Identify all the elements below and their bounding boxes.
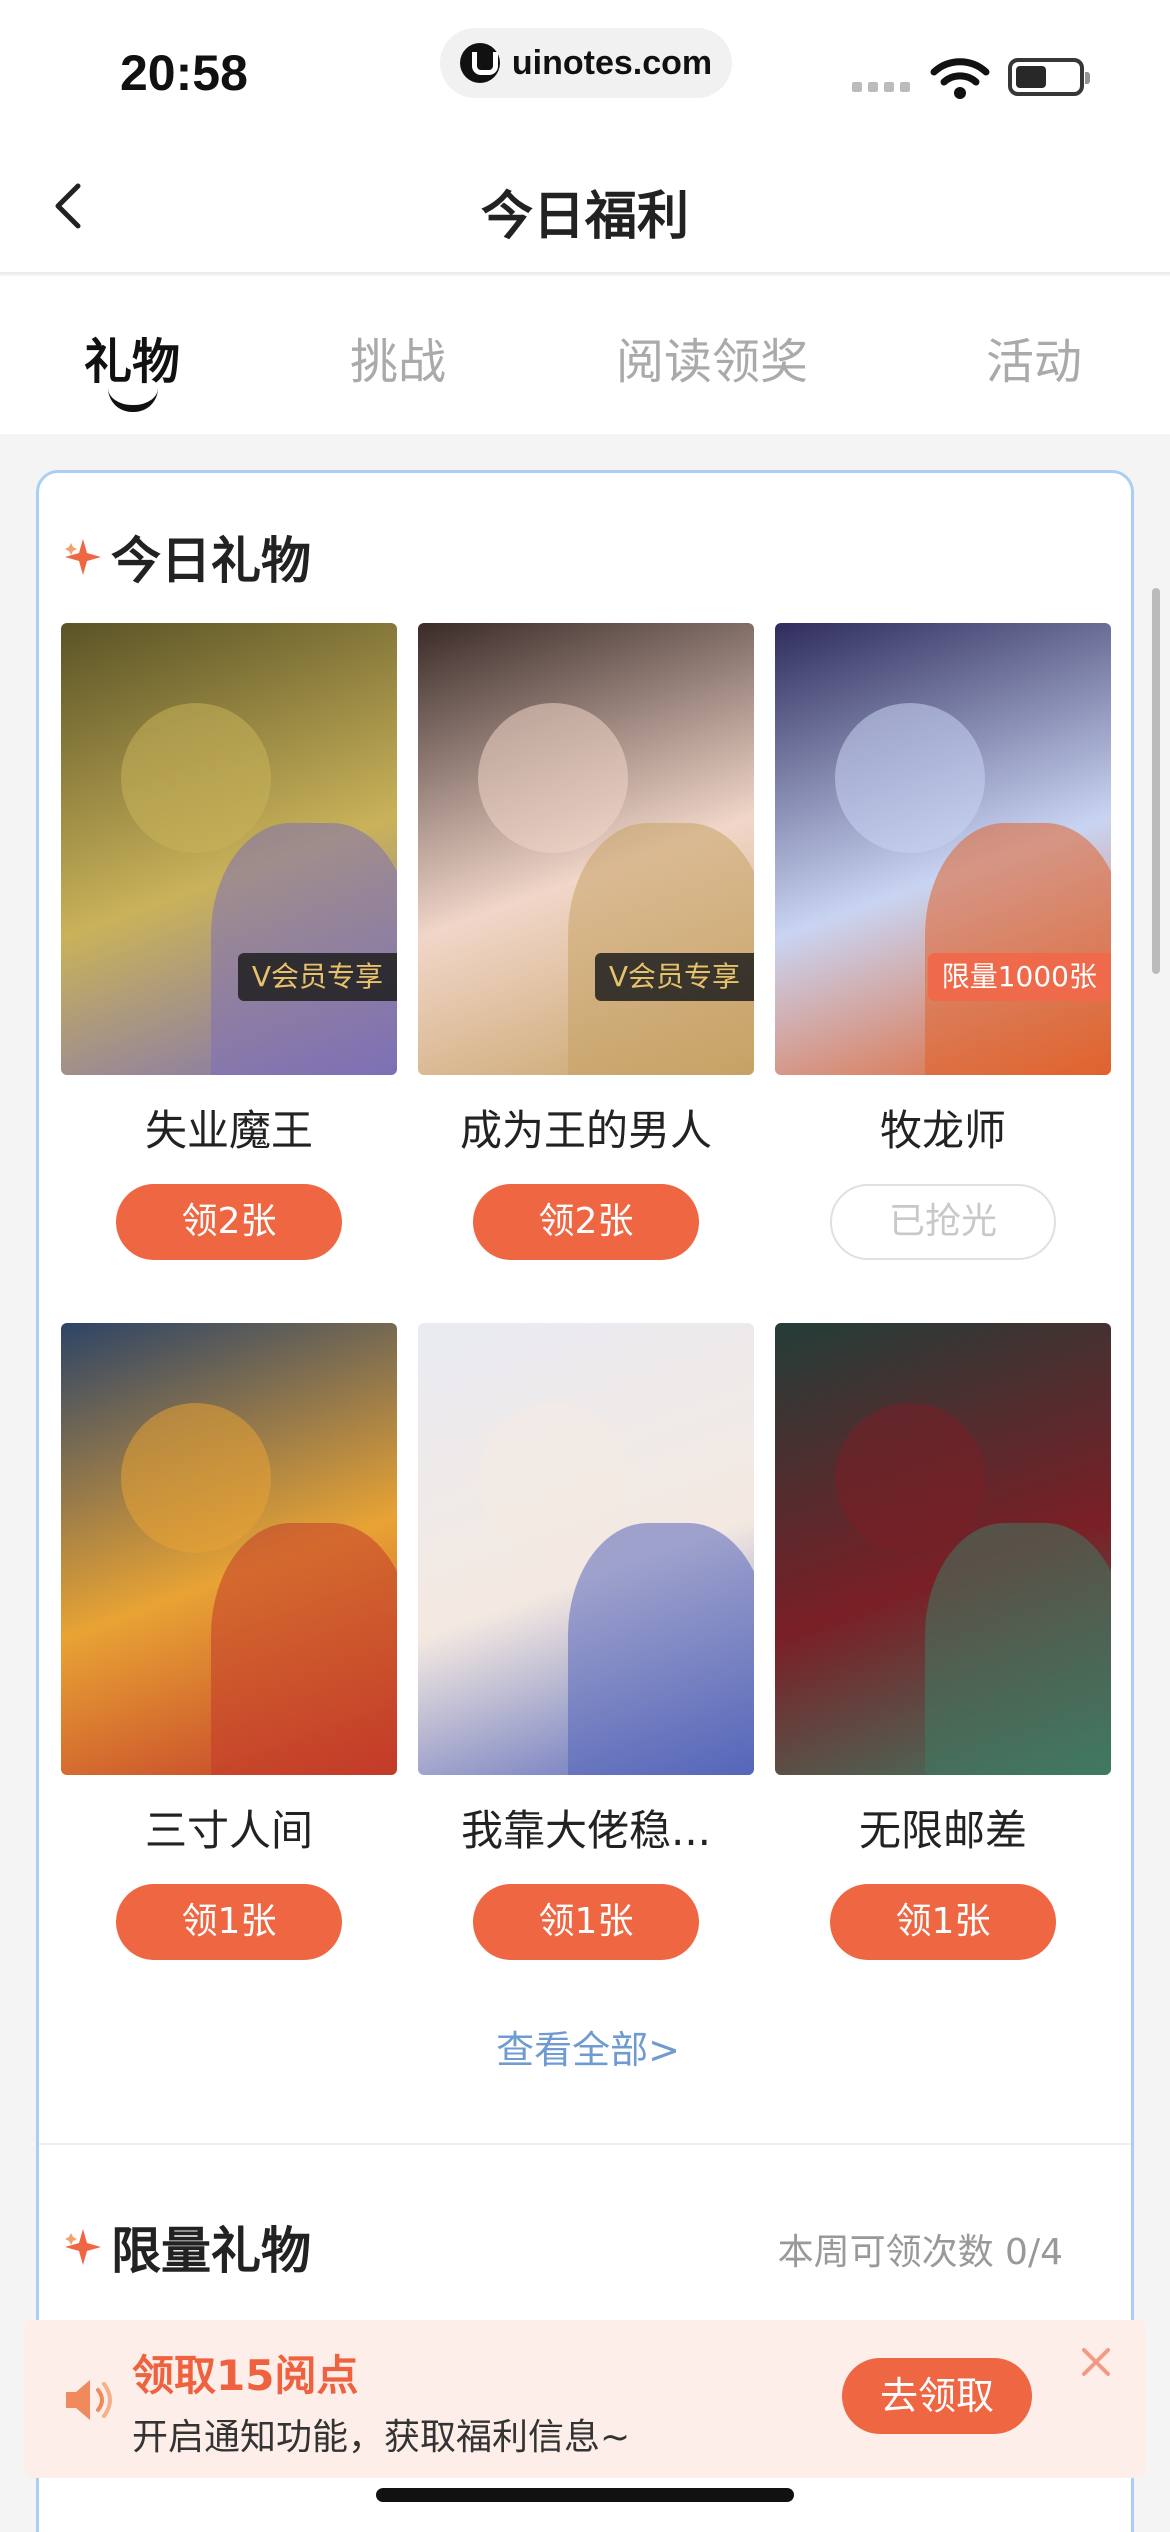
divider <box>39 2143 1131 2145</box>
gift-item: V会员专享 失业魔王 领2张 <box>61 623 397 1260</box>
claim-button[interactable]: 领2张 <box>473 1184 699 1260</box>
vip-badge: V会员专享 <box>594 953 754 1001</box>
tab-challenge[interactable]: 挑战 <box>350 322 446 392</box>
see-all-link[interactable]: 查看全部> <box>39 2019 1137 2074</box>
speaker-icon <box>66 2380 112 2420</box>
limited-badge: 限量1000张 <box>927 953 1111 1001</box>
battery-icon <box>1008 58 1090 96</box>
comic-title: 牧龙师 <box>879 1106 1006 1155</box>
comic-title: 无限邮差 <box>858 1806 1027 1855</box>
gift-card: 今日礼物 V会员专享 失业魔王 领2张 V会员专享 成为王的男人 领2张 限量1… <box>36 470 1134 2532</box>
gift-item: 限量1000张 牧龙师 已抢光 <box>775 623 1111 1260</box>
tab-reading-rewards[interactable]: 阅读领奖 <box>616 322 808 392</box>
comic-title: 三寸人间 <box>144 1806 313 1855</box>
sparkle-icon <box>65 2229 101 2265</box>
comic-cover-image[interactable]: V会员专享 <box>61 623 397 1075</box>
comic-title: 成为王的男人 <box>459 1106 712 1155</box>
gift-item: 无限邮差 领1张 <box>775 1323 1111 1960</box>
claim-button[interactable]: 领1张 <box>473 1884 699 1960</box>
sold-out-button: 已抢光 <box>830 1184 1056 1260</box>
scrollbar[interactable] <box>1152 588 1160 974</box>
gift-item: 我靠大佬稳... 领1张 <box>418 1323 754 1960</box>
cover-figure <box>211 1523 397 1775</box>
cover-figure <box>568 1523 754 1775</box>
url-pill[interactable]: uinotes.com <box>440 28 732 98</box>
cover-figure <box>925 1523 1111 1775</box>
weekly-claim-count: 本周可领次数 0/4 <box>777 2232 1063 2273</box>
gift-item: V会员专享 成为王的男人 领2张 <box>418 623 754 1260</box>
tab-bar: 礼物 挑战 阅读领奖 活动 <box>0 276 1170 434</box>
today-gifts-header: 今日礼物 <box>61 521 311 593</box>
tab-active-indicator <box>108 388 158 412</box>
limited-gifts-header: 限量礼物 <box>61 2211 311 2283</box>
close-icon[interactable] <box>1078 2344 1114 2380</box>
comic-cover-image[interactable] <box>61 1323 397 1775</box>
vip-badge: V会员专享 <box>237 953 397 1001</box>
cover-figure <box>478 703 628 853</box>
signal-icon <box>852 82 910 92</box>
wifi-icon <box>930 58 990 99</box>
site-logo-icon <box>459 43 500 83</box>
nav-bar: 今日福利 <box>0 140 1170 274</box>
tab-events[interactable]: 活动 <box>986 322 1082 392</box>
comic-title: 我靠大佬稳... <box>460 1806 712 1855</box>
cover-figure <box>835 1403 985 1553</box>
cover-figure <box>121 703 271 853</box>
cover-figure <box>568 823 754 1075</box>
comic-cover-image[interactable] <box>418 1323 754 1775</box>
claim-button[interactable]: 领1张 <box>830 1884 1056 1960</box>
today-gifts-title: 今日礼物 <box>111 532 311 590</box>
cover-figure <box>925 823 1111 1075</box>
tab-gifts[interactable]: 礼物 <box>84 322 180 392</box>
home-indicator <box>376 2488 794 2502</box>
claim-button[interactable]: 领1张 <box>116 1884 342 1960</box>
comic-title: 失业魔王 <box>144 1106 313 1155</box>
status-bar: 20:58 uinotes.com <box>0 0 1170 140</box>
cover-figure <box>835 703 985 853</box>
cover-figure <box>478 1403 628 1553</box>
status-time: 20:58 <box>120 45 248 101</box>
page-title: 今日福利 <box>480 187 689 247</box>
comic-cover-image[interactable] <box>775 1323 1111 1775</box>
notification-banner: 领取15阅点 开启通知功能，获取福利信息~ 去领取 <box>24 2320 1146 2478</box>
banner-title: 领取15阅点 <box>132 2351 359 2400</box>
go-claim-button[interactable]: 去领取 <box>842 2358 1032 2434</box>
claim-button[interactable]: 领2张 <box>116 1184 342 1260</box>
cover-figure <box>211 823 397 1075</box>
sparkle-icon <box>65 539 101 575</box>
limited-gifts-title: 限量礼物 <box>111 2222 311 2280</box>
comic-cover-image[interactable]: V会员专享 <box>418 623 754 1075</box>
url-text: uinotes.com <box>511 43 713 82</box>
comic-cover-image[interactable]: 限量1000张 <box>775 623 1111 1075</box>
cover-figure <box>121 1403 271 1553</box>
gift-item: 三寸人间 领1张 <box>61 1323 397 1960</box>
banner-subtitle: 开启通知功能，获取福利信息~ <box>132 2417 631 2458</box>
